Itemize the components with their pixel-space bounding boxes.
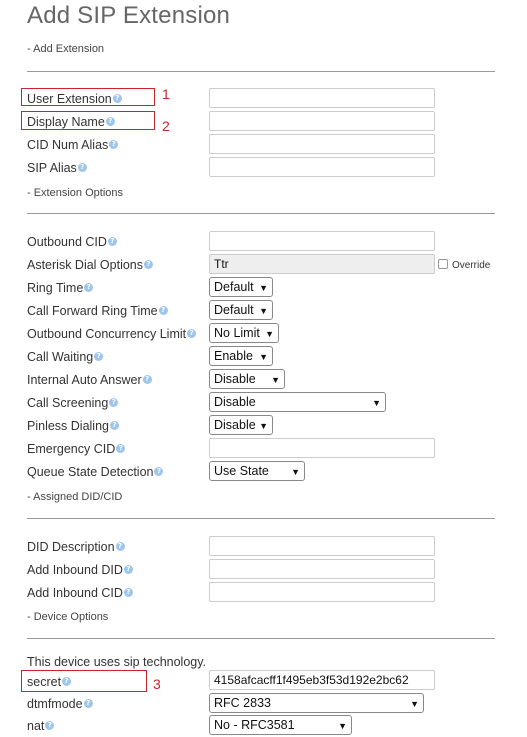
- annotation-box-3: [21, 670, 147, 692]
- display-name-input[interactable]: [209, 111, 435, 131]
- outbound-concurrency-limit-label: Outbound Concurrency Limit?: [27, 327, 197, 341]
- annotation-number-1: 1: [162, 86, 170, 102]
- dropdown-arrow-icon: ▼: [338, 721, 347, 731]
- call-screening-select[interactable]: Disable ▼: [209, 392, 386, 412]
- help-icon[interactable]: ?: [187, 329, 197, 338]
- page-title: Add SIP Extension: [27, 2, 231, 29]
- secret-input[interactable]: 4158afcacff1f495eb3f53d192e2bc62: [209, 670, 435, 690]
- help-icon[interactable]: ?: [158, 306, 168, 315]
- divider: [27, 71, 495, 72]
- add-inbound-did-label: Add Inbound DID?: [27, 563, 133, 577]
- dropdown-arrow-icon: ▼: [291, 467, 300, 477]
- help-icon[interactable]: ?: [45, 721, 55, 730]
- emergency-cid-input[interactable]: [209, 438, 435, 458]
- did-description-input[interactable]: [209, 536, 435, 556]
- override-label: Override: [452, 260, 491, 271]
- annotation-number-3: 3: [153, 676, 161, 692]
- outbound-cid-input[interactable]: [209, 231, 435, 251]
- help-icon[interactable]: ?: [123, 588, 133, 597]
- dropdown-arrow-icon: ▼: [259, 306, 268, 316]
- asterisk-dial-options-label: Asterisk Dial Options?: [27, 258, 154, 272]
- dropdown-arrow-icon: ▼: [259, 421, 268, 431]
- sip-alias-label: SIP Alias?: [27, 161, 87, 175]
- internal-auto-answer-select[interactable]: Disable ▼: [209, 369, 285, 389]
- device-technology-note: This device uses sip technology.: [27, 655, 207, 669]
- call-forward-ring-time-label: Call Forward Ring Time?: [27, 304, 168, 318]
- dropdown-arrow-icon: ▼: [410, 699, 419, 709]
- cid-num-alias-label: CID Num Alias?: [27, 138, 119, 152]
- dropdown-arrow-icon: ▼: [265, 329, 274, 339]
- dropdown-arrow-icon: ▼: [259, 352, 268, 362]
- section-add-extension: - Add Extension: [27, 43, 105, 55]
- ring-time-label: Ring Time?: [27, 281, 94, 295]
- section-assigned-did: - Assigned DID/CID: [27, 491, 123, 503]
- pinless-dialing-label: Pinless Dialing?: [27, 419, 119, 433]
- emergency-cid-label: Emergency CID?: [27, 442, 126, 456]
- did-description-label: DID Description?: [27, 540, 125, 554]
- call-waiting-label: Call Waiting?: [27, 350, 104, 364]
- help-icon[interactable]: ?: [109, 421, 119, 430]
- add-inbound-cid-label: Add Inbound CID?: [27, 586, 133, 600]
- add-inbound-cid-input[interactable]: [209, 582, 435, 602]
- asterisk-dial-options-input[interactable]: Ttr: [209, 254, 435, 274]
- help-icon[interactable]: ?: [154, 467, 164, 476]
- call-waiting-select[interactable]: Enable ▼: [209, 346, 273, 366]
- override-checkbox[interactable]: [438, 259, 448, 269]
- dtmfmode-label: dtmfmode?: [27, 697, 93, 711]
- nat-select[interactable]: No - RFC3581 ▼: [209, 715, 352, 735]
- help-icon[interactable]: ?: [109, 398, 119, 407]
- section-device-options: - Device Options: [27, 611, 109, 623]
- help-icon[interactable]: ?: [107, 237, 117, 246]
- outbound-concurrency-limit-select[interactable]: No Limit ▼: [209, 323, 279, 343]
- divider: [27, 638, 495, 639]
- outbound-cid-label: Outbound CID?: [27, 235, 117, 249]
- help-icon[interactable]: ?: [115, 542, 125, 551]
- help-icon[interactable]: ?: [116, 444, 126, 453]
- help-icon[interactable]: ?: [123, 565, 133, 574]
- help-icon[interactable]: ?: [144, 260, 154, 269]
- add-inbound-did-input[interactable]: [209, 559, 435, 579]
- cid-num-alias-input[interactable]: [209, 134, 435, 154]
- nat-label: nat?: [27, 719, 55, 733]
- help-icon[interactable]: ?: [83, 699, 93, 708]
- annotation-box-2: [21, 111, 155, 130]
- ring-time-select[interactable]: Default ▼: [209, 277, 273, 297]
- user-extension-input[interactable]: [209, 88, 435, 108]
- dropdown-arrow-icon: ▼: [271, 375, 280, 385]
- section-extension-options: - Extension Options: [27, 187, 123, 199]
- sip-alias-input[interactable]: [209, 157, 435, 177]
- call-screening-label: Call Screening?: [27, 396, 119, 410]
- queue-state-detection-label: Queue State Detection?: [27, 465, 164, 479]
- queue-state-detection-select[interactable]: Use State ▼: [209, 461, 305, 481]
- dropdown-arrow-icon: ▼: [259, 283, 268, 293]
- help-icon[interactable]: ?: [84, 283, 94, 292]
- divider: [27, 518, 495, 519]
- annotation-number-2: 2: [162, 118, 170, 134]
- call-forward-ring-time-select[interactable]: Default ▼: [209, 300, 273, 320]
- divider: [27, 213, 495, 214]
- dropdown-arrow-icon: ▼: [372, 398, 381, 408]
- help-icon[interactable]: ?: [142, 375, 152, 384]
- help-icon[interactable]: ?: [109, 140, 119, 149]
- internal-auto-answer-label: Internal Auto Answer?: [27, 373, 152, 387]
- help-icon[interactable]: ?: [94, 352, 104, 361]
- pinless-dialing-select[interactable]: Disable ▼: [209, 415, 273, 435]
- help-icon[interactable]: ?: [77, 163, 87, 172]
- annotation-box-1: [21, 88, 155, 106]
- dtmfmode-select[interactable]: RFC 2833 ▼: [209, 693, 424, 713]
